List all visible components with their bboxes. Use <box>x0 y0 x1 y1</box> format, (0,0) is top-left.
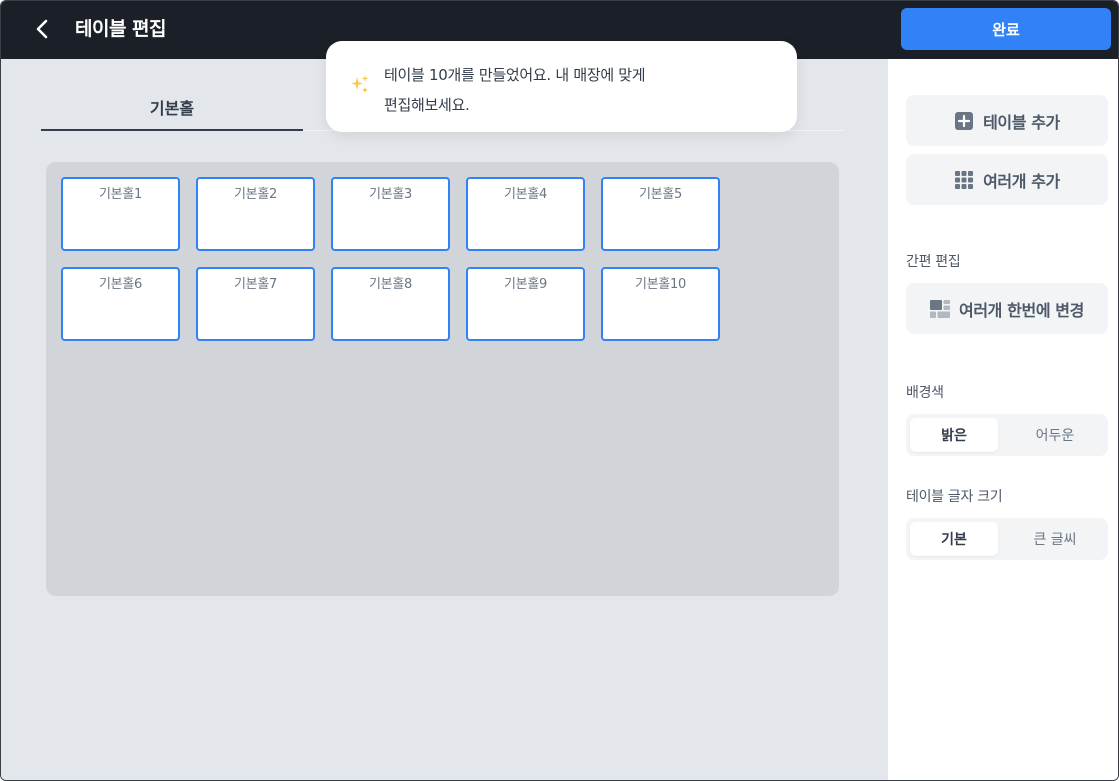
background-option-light[interactable]: 밝은 <box>910 418 998 452</box>
back-button[interactable] <box>27 14 57 44</box>
grid-icon <box>955 170 974 189</box>
table-label: 기본홀4 <box>504 187 547 202</box>
table-card[interactable]: 기본홀8 <box>331 267 450 341</box>
quick-edit-heading: 간편 편집 <box>906 254 961 270</box>
font-size-option-large[interactable]: 큰 글씨 <box>1006 522 1104 556</box>
table-label: 기본홀2 <box>234 187 277 202</box>
add-multiple-label: 여러개 추가 <box>983 171 1060 191</box>
done-button[interactable]: 완료 <box>901 8 1111 50</box>
table-label: 기본홀10 <box>635 277 686 292</box>
table-card[interactable]: 기본홀6 <box>61 267 180 341</box>
font-size-option-default[interactable]: 기본 <box>910 522 998 556</box>
table-label: 기본홀7 <box>234 277 277 292</box>
chevron-left-icon <box>36 19 48 39</box>
background-heading: 배경색 <box>906 385 944 401</box>
add-table-button[interactable]: 테이블 추가 <box>906 95 1108 146</box>
table-label: 기본홀6 <box>99 277 142 292</box>
table-card[interactable]: 기본홀2 <box>196 177 315 251</box>
app-window: 테이블 편집 완료 기본홀 기본홀1 기본홀2 기본홀3 기본홀4 기본홀5 기본홀6 기본… <box>0 0 1119 781</box>
toast-line-2: 편집해보세요. <box>384 96 470 114</box>
sparkles-icon <box>351 75 369 93</box>
add-table-label: 테이블 추가 <box>983 112 1060 132</box>
table-label: 기본홀5 <box>639 187 682 202</box>
plus-square-icon <box>955 111 974 130</box>
toast-message: 테이블 10개를 만들었어요. 내 매장에 맞게 편집해보세요. <box>384 60 774 120</box>
info-toast: 테이블 10개를 만들었어요. 내 매장에 맞게 편집해보세요. <box>326 41 797 132</box>
table-canvas[interactable]: 기본홀1 기본홀2 기본홀3 기본홀4 기본홀5 기본홀6 기본홀7 기본홀8 기본홀9 기본홀1… <box>46 162 839 596</box>
layout-icon <box>930 299 951 318</box>
table-card[interactable]: 기본홀5 <box>601 177 720 251</box>
table-card[interactable]: 기본홀10 <box>601 267 720 341</box>
bulk-change-button[interactable]: 여러개 한번에 변경 <box>906 283 1108 334</box>
table-card[interactable]: 기본홀3 <box>331 177 450 251</box>
editor-area: 기본홀 기본홀1 기본홀2 기본홀3 기본홀4 기본홀5 기본홀6 기본홀7 기본홀8 기본홀9… <box>1 59 888 780</box>
table-label: 기본홀1 <box>99 187 142 202</box>
table-card[interactable]: 기본홀9 <box>466 267 585 341</box>
page-title: 테이블 편집 <box>75 18 167 40</box>
font-size-toggle: 기본 큰 글씨 <box>906 518 1108 560</box>
table-card[interactable]: 기본홀7 <box>196 267 315 341</box>
tab-basic-hall[interactable]: 기본홀 <box>41 85 303 131</box>
table-card[interactable]: 기본홀4 <box>466 177 585 251</box>
bulk-change-label: 여러개 한번에 변경 <box>959 300 1084 320</box>
table-label: 기본홀9 <box>504 277 547 292</box>
toast-line-1: 테이블 10개를 만들었어요. 내 매장에 맞게 <box>384 66 646 84</box>
table-card[interactable]: 기본홀1 <box>61 177 180 251</box>
table-label: 기본홀8 <box>369 277 412 292</box>
background-option-dark[interactable]: 어두운 <box>1006 418 1104 452</box>
right-sidebar: 테이블 추가 여러개 추가 간편 편집 여러개 한번에 변경 배경색 밝은 어두… <box>888 59 1118 780</box>
background-toggle: 밝은 어두운 <box>906 414 1108 456</box>
add-multiple-button[interactable]: 여러개 추가 <box>906 154 1108 205</box>
table-label: 기본홀3 <box>369 187 412 202</box>
font-size-heading: 테이블 글자 크기 <box>906 489 1003 505</box>
